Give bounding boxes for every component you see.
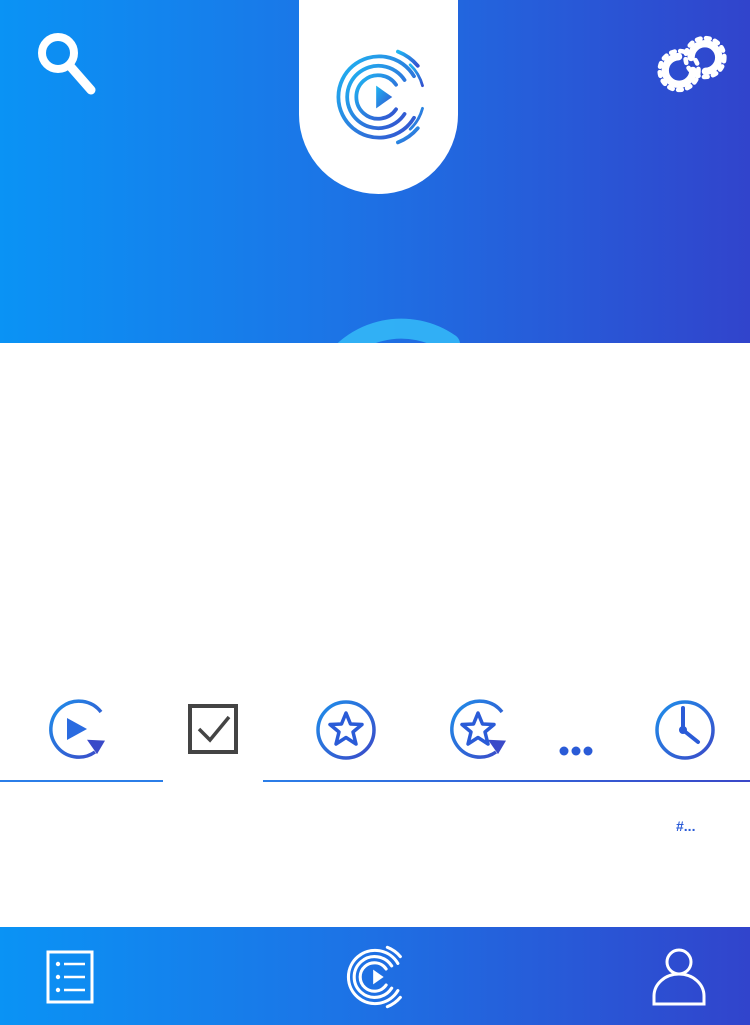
nav-list-button[interactable] [33,939,109,1015]
tab-checked[interactable] [169,690,259,770]
tab-favorites[interactable] [301,690,391,770]
logo-tab[interactable] [299,0,458,194]
search-icon [38,33,96,95]
clock-icon [655,700,715,760]
search-button[interactable] [30,28,102,100]
play-refresh-icon [49,699,105,759]
hashtag-label[interactable]: #... [676,818,695,834]
tab-playlist[interactable] [32,690,122,770]
tab-underline-right [263,780,750,782]
app-logo-icon [336,49,424,145]
nav-home-button[interactable] [337,939,413,1015]
star-refresh-icon [450,699,506,759]
tab-underline-left [0,780,163,782]
app-logo-icon [346,945,402,1009]
list-icon [46,950,94,1004]
link-gear-icon [657,35,727,93]
more-dots-icon [559,746,593,756]
category-tabs [0,690,750,785]
loading-spinner [337,318,460,343]
bottom-navigation [0,927,750,1025]
tab-more[interactable] [536,690,626,770]
checkbox-icon [188,704,238,754]
header [0,0,750,343]
nav-profile-button[interactable] [641,939,717,1015]
tab-history[interactable] [640,690,730,770]
star-circle-icon [316,700,376,760]
link-settings-button[interactable] [656,28,728,100]
profile-icon [652,948,706,1006]
tab-recent-favorites[interactable] [433,690,523,770]
